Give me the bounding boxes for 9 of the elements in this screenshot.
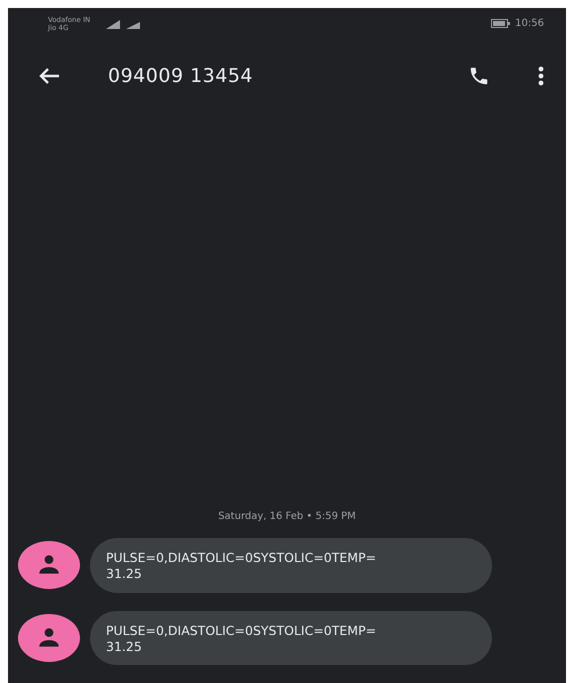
back-arrow-icon[interactable] xyxy=(38,67,60,85)
phone-icon[interactable] xyxy=(468,65,490,87)
clock-time: 10:56 xyxy=(515,17,544,31)
message-bubble: PULSE=0,DIASTOLIC=0SYSTOLIC=0TEMP= 31.25 xyxy=(90,610,492,665)
contact-number: 094009 13454 xyxy=(108,64,254,89)
more-options-icon[interactable] xyxy=(538,66,544,86)
timestamp: Saturday, 16 Feb • 5:59 PM xyxy=(217,510,357,524)
battery-icon xyxy=(491,19,512,28)
message-bubble: PULSE=0,DIASTOLIC=0SYSTOLIC=0TEMP= 31.25 xyxy=(90,538,492,592)
